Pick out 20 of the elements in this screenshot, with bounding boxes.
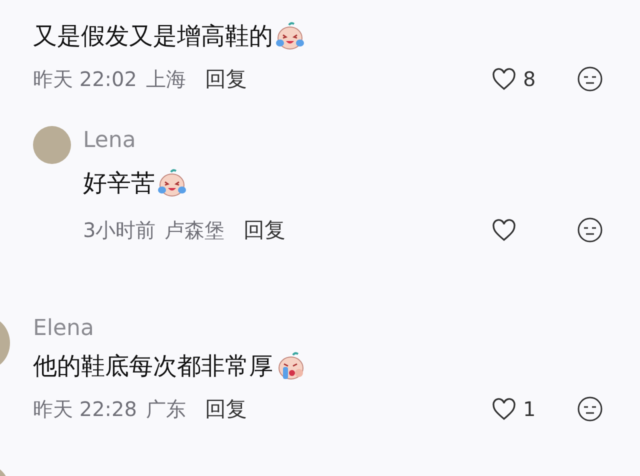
like-count: 8 xyxy=(523,66,536,93)
timestamp: 昨天 22:02 xyxy=(33,66,137,93)
timestamp: 昨天 22:28 xyxy=(33,396,137,423)
location: 广东 xyxy=(146,396,186,423)
like-heart-icon[interactable] xyxy=(491,67,517,91)
neutral-face-icon[interactable] xyxy=(577,217,603,243)
comment-text: 又是假发又是增高鞋的 xyxy=(33,21,273,52)
neutral-face-icon[interactable] xyxy=(577,66,603,92)
timestamp: 3小时前 xyxy=(83,217,156,244)
like-count: 1 xyxy=(523,396,536,423)
neutral-face-icon[interactable] xyxy=(577,396,603,422)
location: 上海 xyxy=(146,66,186,93)
reply-link[interactable]: 回复 xyxy=(205,62,247,96)
reply-link[interactable]: 回复 xyxy=(244,213,286,247)
comment-text: 好辛苦 xyxy=(83,168,155,199)
like-heart-icon[interactable] xyxy=(491,397,517,421)
location: 卢森堡 xyxy=(164,217,225,244)
comment-text: 他的鞋底每次都非常厚 xyxy=(33,351,273,382)
reply-link[interactable]: 回复 xyxy=(205,392,247,426)
like-heart-icon[interactable] xyxy=(491,218,517,242)
